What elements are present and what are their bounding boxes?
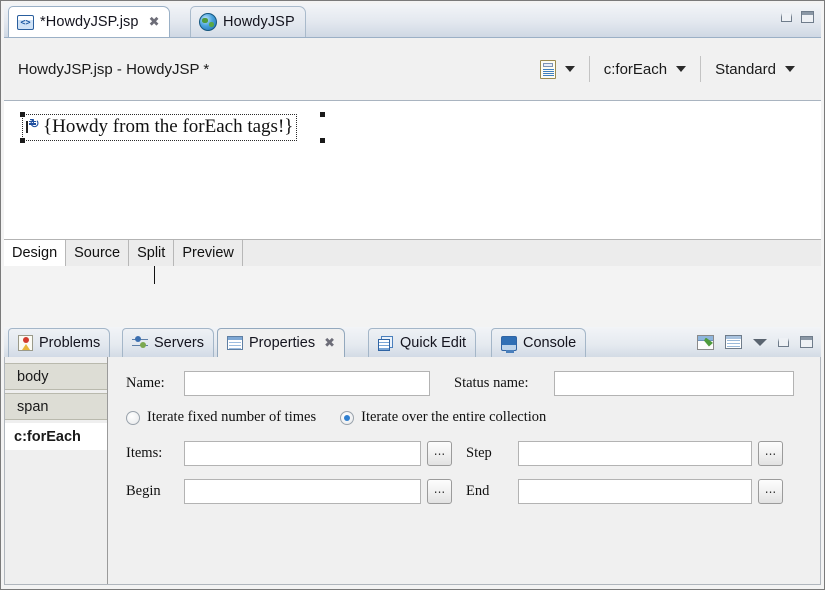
mode-tab-label: Split xyxy=(137,245,166,261)
show-list-icon[interactable] xyxy=(725,335,742,349)
page-properties-icon xyxy=(539,59,556,79)
editor-tab-howdyjsp-jsp[interactable]: *HowdyJSP.jsp ✖ xyxy=(8,6,171,37)
items-row: Items: ... Step ... xyxy=(126,441,806,466)
breadcrumb-item-span[interactable]: span xyxy=(5,393,107,420)
step-label: Step xyxy=(466,445,492,461)
breadcrumb-item-cforeach[interactable]: c:forEach xyxy=(5,423,107,450)
page-title: HowdyJSP.jsp - HowdyJSP * xyxy=(18,60,210,78)
editor-toolbar: HowdyJSP.jsp - HowdyJSP * c:forEach Stan… xyxy=(4,38,821,101)
breadcrumb-item-body[interactable]: body xyxy=(5,363,107,390)
view-tab-label: Servers xyxy=(154,335,204,351)
jsp-file-icon xyxy=(17,14,34,30)
view-tab-console[interactable]: Console xyxy=(491,328,587,357)
breadcrumb-label: body xyxy=(17,368,49,385)
begin-row: Begin ... End ... xyxy=(126,479,806,504)
name-label: Name: xyxy=(126,375,165,391)
begin-input[interactable] xyxy=(184,479,421,504)
minimize-icon[interactable] xyxy=(778,337,789,347)
properties-form: Name: Status name: Iterate fixed number … xyxy=(108,357,820,584)
eclipse-window: *HowdyJSP.jsp ✖ HowdyJSP HowdyJSP.jsp - … xyxy=(0,0,825,590)
maximize-icon[interactable] xyxy=(800,336,813,348)
view-tab-problems[interactable]: Problems xyxy=(8,328,111,357)
pin-view-icon[interactable] xyxy=(697,334,714,350)
editor-tab-label: *HowdyJSP.jsp xyxy=(40,14,139,30)
page-properties-control[interactable] xyxy=(526,59,589,79)
breadcrumb-label: span xyxy=(17,398,49,415)
view-tab-label: Quick Edit xyxy=(400,335,467,351)
chevron-down-icon[interactable] xyxy=(564,66,575,72)
editor-tab-howdyjsp[interactable]: HowdyJSP xyxy=(190,6,306,37)
editor-tab-label: HowdyJSP xyxy=(223,14,295,30)
element-breadcrumb-list: body span c:forEach xyxy=(5,357,108,584)
editor-mode-tabs: Design Source Split Preview xyxy=(4,239,821,266)
mode-tab-design[interactable]: Design xyxy=(4,240,67,266)
style-selector-value: Standard xyxy=(715,60,776,78)
problems-icon xyxy=(18,335,33,351)
view-tab-quick-edit[interactable]: Quick Edit xyxy=(368,328,477,357)
items-browse-button[interactable]: ... xyxy=(427,441,452,466)
editor-tabstrip: *HowdyJSP.jsp ✖ HowdyJSP xyxy=(4,4,821,38)
step-input[interactable] xyxy=(518,441,752,466)
name-row: Name: Status name: xyxy=(126,371,806,396)
view-menu-icon[interactable] xyxy=(753,338,767,346)
view-tab-properties[interactable]: Properties ✖ xyxy=(217,328,345,357)
chevron-down-icon[interactable] xyxy=(676,66,687,72)
mode-tab-split[interactable]: Split xyxy=(129,240,175,266)
radio-iterate-collection[interactable] xyxy=(340,410,355,425)
tag-selector-value: c:forEach xyxy=(603,60,668,78)
radio-iterate-fixed[interactable] xyxy=(126,410,140,425)
properties-view: body span c:forEach Name: Status name: I… xyxy=(4,357,821,585)
status-name-label: Status name: xyxy=(454,375,529,391)
mode-tab-label: Design xyxy=(12,245,58,261)
jsp-tag-marker-icon xyxy=(26,117,41,134)
view-toolbar xyxy=(697,327,813,357)
radio-iterate-collection-label: Iterate over the entire collection xyxy=(361,409,547,425)
close-icon[interactable]: ✖ xyxy=(149,16,160,29)
view-tabstrip: Problems Servers Properties ✖ Quick Edit… xyxy=(4,327,821,358)
console-icon xyxy=(501,335,517,353)
breadcrumb-label: c:forEach xyxy=(14,428,81,445)
window-controls xyxy=(781,11,814,23)
end-label: End xyxy=(466,483,490,499)
end-browse-button[interactable]: ... xyxy=(758,479,783,504)
canvas-text: {Howdy from the forEach tags!} xyxy=(43,116,294,137)
chevron-down-icon[interactable] xyxy=(785,66,795,72)
style-selector-dropdown[interactable]: Standard xyxy=(701,61,809,78)
editor-part: *HowdyJSP.jsp ✖ HowdyJSP HowdyJSP.jsp - … xyxy=(4,4,821,322)
radio-iterate-fixed-label: Iterate fixed number of times xyxy=(147,409,317,425)
selected-element[interactable]: {Howdy from the forEach tags!} xyxy=(19,112,298,143)
name-input[interactable] xyxy=(184,371,430,396)
properties-icon xyxy=(227,336,243,350)
mode-tab-label: Preview xyxy=(182,245,234,261)
iteration-mode-radio-group: Iterate fixed number of times Iterate ov… xyxy=(126,409,806,426)
quick-edit-icon xyxy=(378,335,394,351)
items-label: Items: xyxy=(126,445,163,461)
status-name-input[interactable] xyxy=(554,371,794,396)
tag-selector-dropdown[interactable]: c:forEach xyxy=(590,61,700,78)
close-icon[interactable]: ✖ xyxy=(324,336,335,351)
view-tab-label: Problems xyxy=(39,335,101,351)
mode-tab-label: Source xyxy=(74,245,121,261)
minimize-icon[interactable] xyxy=(781,12,792,22)
bottom-part: Problems Servers Properties ✖ Quick Edit… xyxy=(4,327,821,585)
view-tab-label: Properties xyxy=(249,335,316,351)
design-canvas[interactable]: {Howdy from the forEach tags!} Design So… xyxy=(4,101,821,284)
mode-tab-source[interactable]: Source xyxy=(66,240,130,266)
maximize-icon[interactable] xyxy=(801,11,814,23)
view-tab-label: Console xyxy=(523,335,577,351)
mode-tab-preview[interactable]: Preview xyxy=(174,240,243,266)
globe-icon xyxy=(199,13,217,31)
begin-label: Begin xyxy=(126,483,161,499)
servers-icon xyxy=(132,336,148,351)
end-input[interactable] xyxy=(518,479,752,504)
view-tab-servers[interactable]: Servers xyxy=(122,328,214,357)
editor-toolbar-controls: c:forEach Standard xyxy=(526,38,809,100)
items-input[interactable] xyxy=(184,441,421,466)
step-browse-button[interactable]: ... xyxy=(758,441,783,466)
begin-browse-button[interactable]: ... xyxy=(427,479,452,504)
